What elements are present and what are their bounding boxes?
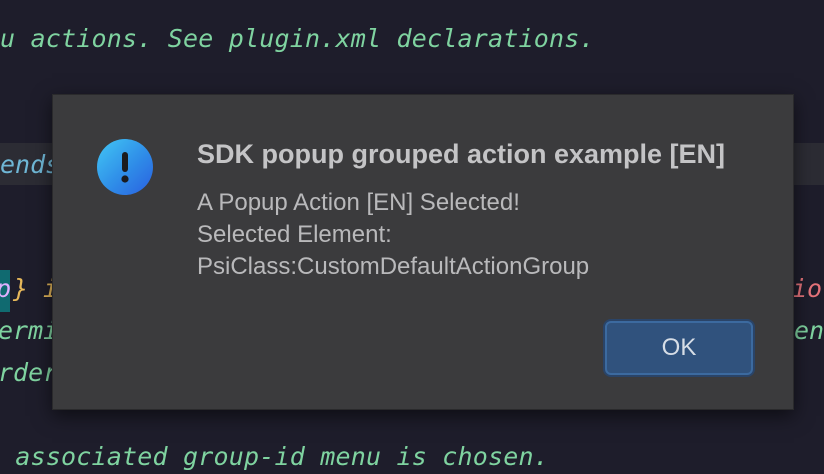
code-line-6: associated group-id menu is chosen. [0, 442, 550, 471]
code-line-4-start: ermi [0, 316, 59, 345]
code-line-3-end: io [792, 274, 823, 303]
code-line-3-brace: } [13, 274, 29, 303]
code-line-4-end: en [794, 316, 824, 345]
code-line-3-start: p [0, 274, 11, 303]
dialog-message-line-3: PsiClass:CustomDefaultActionGroup [197, 253, 590, 280]
ok-button[interactable]: OK [605, 321, 753, 375]
info-exclamation-icon [97, 139, 153, 195]
dialog-message-line-1: A Popup Action [EN] Selected! [197, 189, 520, 216]
dialog-title: SDK popup grouped action example [EN] [197, 139, 726, 169]
message-dialog: SDK popup grouped action example [EN] A … [52, 94, 794, 410]
dialog-message-line-2: Selected Element: [197, 221, 392, 248]
code-line-1: u actions. See plugin.xml declarations. [0, 24, 595, 53]
code-line-5: rder [0, 358, 59, 387]
